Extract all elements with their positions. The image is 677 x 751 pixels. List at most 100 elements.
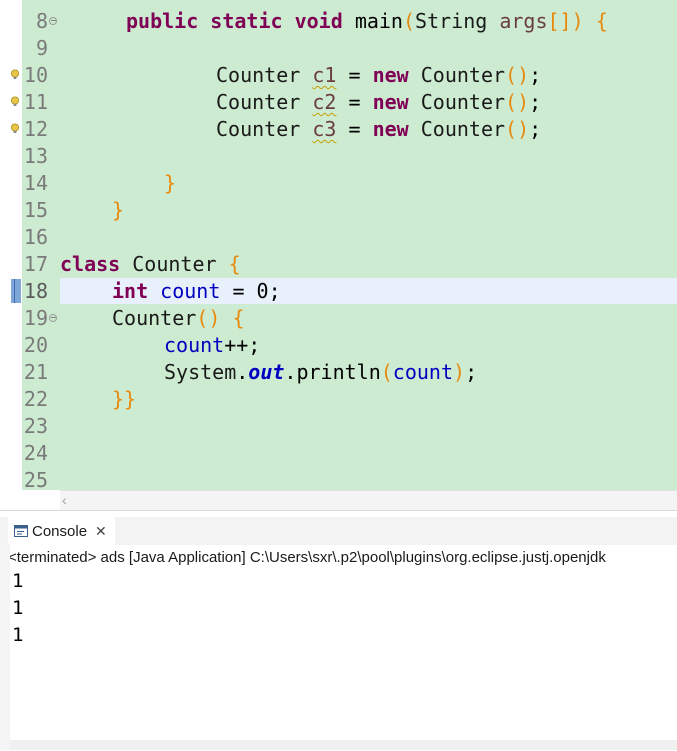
paren: () bbox=[196, 306, 221, 330]
type-name: Counter bbox=[420, 63, 506, 87]
brace: } bbox=[112, 198, 125, 222]
line-number: 16 bbox=[23, 225, 48, 249]
type-name: Counter bbox=[420, 90, 506, 114]
type-name: Counter bbox=[420, 117, 506, 141]
code-line-17[interactable]: class Counter { bbox=[60, 251, 241, 278]
tab-console[interactable]: Console ✕ bbox=[8, 517, 115, 545]
variable-name: c3 bbox=[312, 117, 337, 141]
console-tab-bar: Console ✕ bbox=[0, 517, 677, 545]
keyword: class bbox=[60, 252, 121, 276]
line-number: 22 bbox=[23, 387, 48, 411]
keyword: new bbox=[372, 63, 409, 87]
line-number: 15 bbox=[23, 198, 48, 222]
code-line-8[interactable]: public static void main(String args[]) { bbox=[126, 8, 608, 35]
brace: { bbox=[228, 252, 241, 276]
type-name: Counter bbox=[216, 63, 301, 87]
code-line-11[interactable]: Counter c2 = new Counter(); bbox=[216, 89, 541, 116]
operator: ++; bbox=[224, 333, 261, 357]
brace: { bbox=[595, 9, 608, 33]
line-number: 9 bbox=[35, 36, 48, 60]
console-status-line: <terminated> ads [Java Application] C:\U… bbox=[8, 549, 606, 566]
dot: . bbox=[236, 360, 249, 384]
keyword: new bbox=[372, 117, 409, 141]
paren: () bbox=[505, 63, 530, 87]
paren: ( bbox=[380, 360, 393, 384]
operator: = bbox=[232, 279, 245, 303]
semicolon: ; bbox=[268, 279, 281, 303]
code-line-10[interactable]: Counter c1 = new Counter(); bbox=[216, 62, 541, 89]
paren: () bbox=[505, 90, 530, 114]
close-icon[interactable]: ✕ bbox=[95, 523, 107, 540]
brace: } bbox=[164, 171, 177, 195]
line-number: 21 bbox=[23, 360, 48, 384]
warning-lightbulb-icon[interactable] bbox=[10, 96, 21, 107]
editor-left-strip bbox=[0, 0, 9, 490]
constructor-name: Counter bbox=[112, 306, 197, 330]
type-name: Counter bbox=[216, 90, 301, 114]
code-line-21[interactable]: System.out.println(count); bbox=[164, 359, 477, 386]
fold-toggle-icon[interactable]: − bbox=[49, 17, 57, 25]
line-number: 11 bbox=[23, 90, 48, 114]
console-output-line: 1 bbox=[12, 597, 24, 619]
field-name: count bbox=[164, 333, 225, 357]
variable-name: c1 bbox=[312, 63, 337, 87]
line-number: 17 bbox=[23, 252, 48, 276]
code-line-19[interactable]: Counter() { bbox=[112, 305, 244, 332]
current-line-marker bbox=[11, 279, 21, 303]
warning-lightbulb-icon[interactable] bbox=[10, 123, 21, 134]
scroll-left-icon[interactable]: ‹ bbox=[62, 492, 67, 508]
class-name: System bbox=[164, 360, 237, 384]
brace: }} bbox=[112, 387, 137, 411]
semicolon: ; bbox=[529, 63, 542, 87]
console-left-margin bbox=[0, 544, 10, 750]
class-name: Counter bbox=[132, 252, 217, 276]
console-icon bbox=[14, 525, 28, 537]
type-name: Counter bbox=[216, 117, 301, 141]
keyword: int bbox=[112, 279, 149, 303]
brace: { bbox=[232, 306, 245, 330]
code-editor[interactable]: 8 9 10 11 12 13 14 15 16 17 18 19 20 21 … bbox=[0, 0, 677, 490]
keyword: new bbox=[372, 90, 409, 114]
line-number: 12 bbox=[23, 117, 48, 141]
operator: = bbox=[348, 63, 361, 87]
code-line-14[interactable]: } bbox=[164, 170, 176, 197]
method-name: main bbox=[354, 9, 403, 33]
type-name: String bbox=[415, 9, 488, 33]
code-line-22[interactable]: }} bbox=[112, 386, 136, 413]
horizontal-scrollbar[interactable]: ‹ bbox=[60, 490, 677, 510]
scrollbar-corner bbox=[0, 490, 60, 510]
code-line-12[interactable]: Counter c3 = new Counter(); bbox=[216, 116, 541, 143]
static-field-name: out bbox=[248, 360, 285, 384]
semicolon: ; bbox=[529, 90, 542, 114]
paren: ) bbox=[453, 360, 466, 384]
line-number: 25 bbox=[23, 468, 48, 490]
paren: () bbox=[505, 117, 530, 141]
code-line-18[interactable]: int count = 0; bbox=[112, 278, 281, 305]
param-name: args bbox=[499, 9, 548, 33]
line-number: 10 bbox=[23, 63, 48, 87]
field-name: count bbox=[160, 279, 221, 303]
semicolon: ; bbox=[529, 117, 542, 141]
line-number: 24 bbox=[23, 441, 48, 465]
warning-lightbulb-icon[interactable] bbox=[10, 69, 21, 80]
keyword: void bbox=[294, 9, 343, 33]
tab-label: Console bbox=[32, 522, 88, 540]
fold-toggle-icon[interactable]: − bbox=[49, 314, 57, 322]
line-number: 19 bbox=[23, 306, 48, 330]
number-literal: 0 bbox=[256, 279, 269, 303]
operator: = bbox=[348, 117, 361, 141]
console-view[interactable]: Console ✕ <terminated> ads [Java Applica… bbox=[0, 510, 677, 751]
code-line-20[interactable]: count++; bbox=[164, 332, 260, 359]
console-horizontal-scrollbar[interactable] bbox=[10, 740, 677, 750]
paren: ( bbox=[402, 9, 416, 33]
field-name: count bbox=[392, 360, 454, 384]
line-number: 23 bbox=[23, 414, 48, 438]
paren: ) bbox=[571, 9, 584, 33]
array-brackets: [] bbox=[547, 9, 572, 33]
operator: = bbox=[348, 90, 361, 114]
console-output-line: 1 bbox=[12, 570, 24, 592]
keyword: public bbox=[126, 9, 199, 33]
code-line-15[interactable]: } bbox=[112, 197, 124, 224]
console-output-line: 1 bbox=[12, 624, 24, 646]
method-name: .println bbox=[284, 360, 381, 384]
